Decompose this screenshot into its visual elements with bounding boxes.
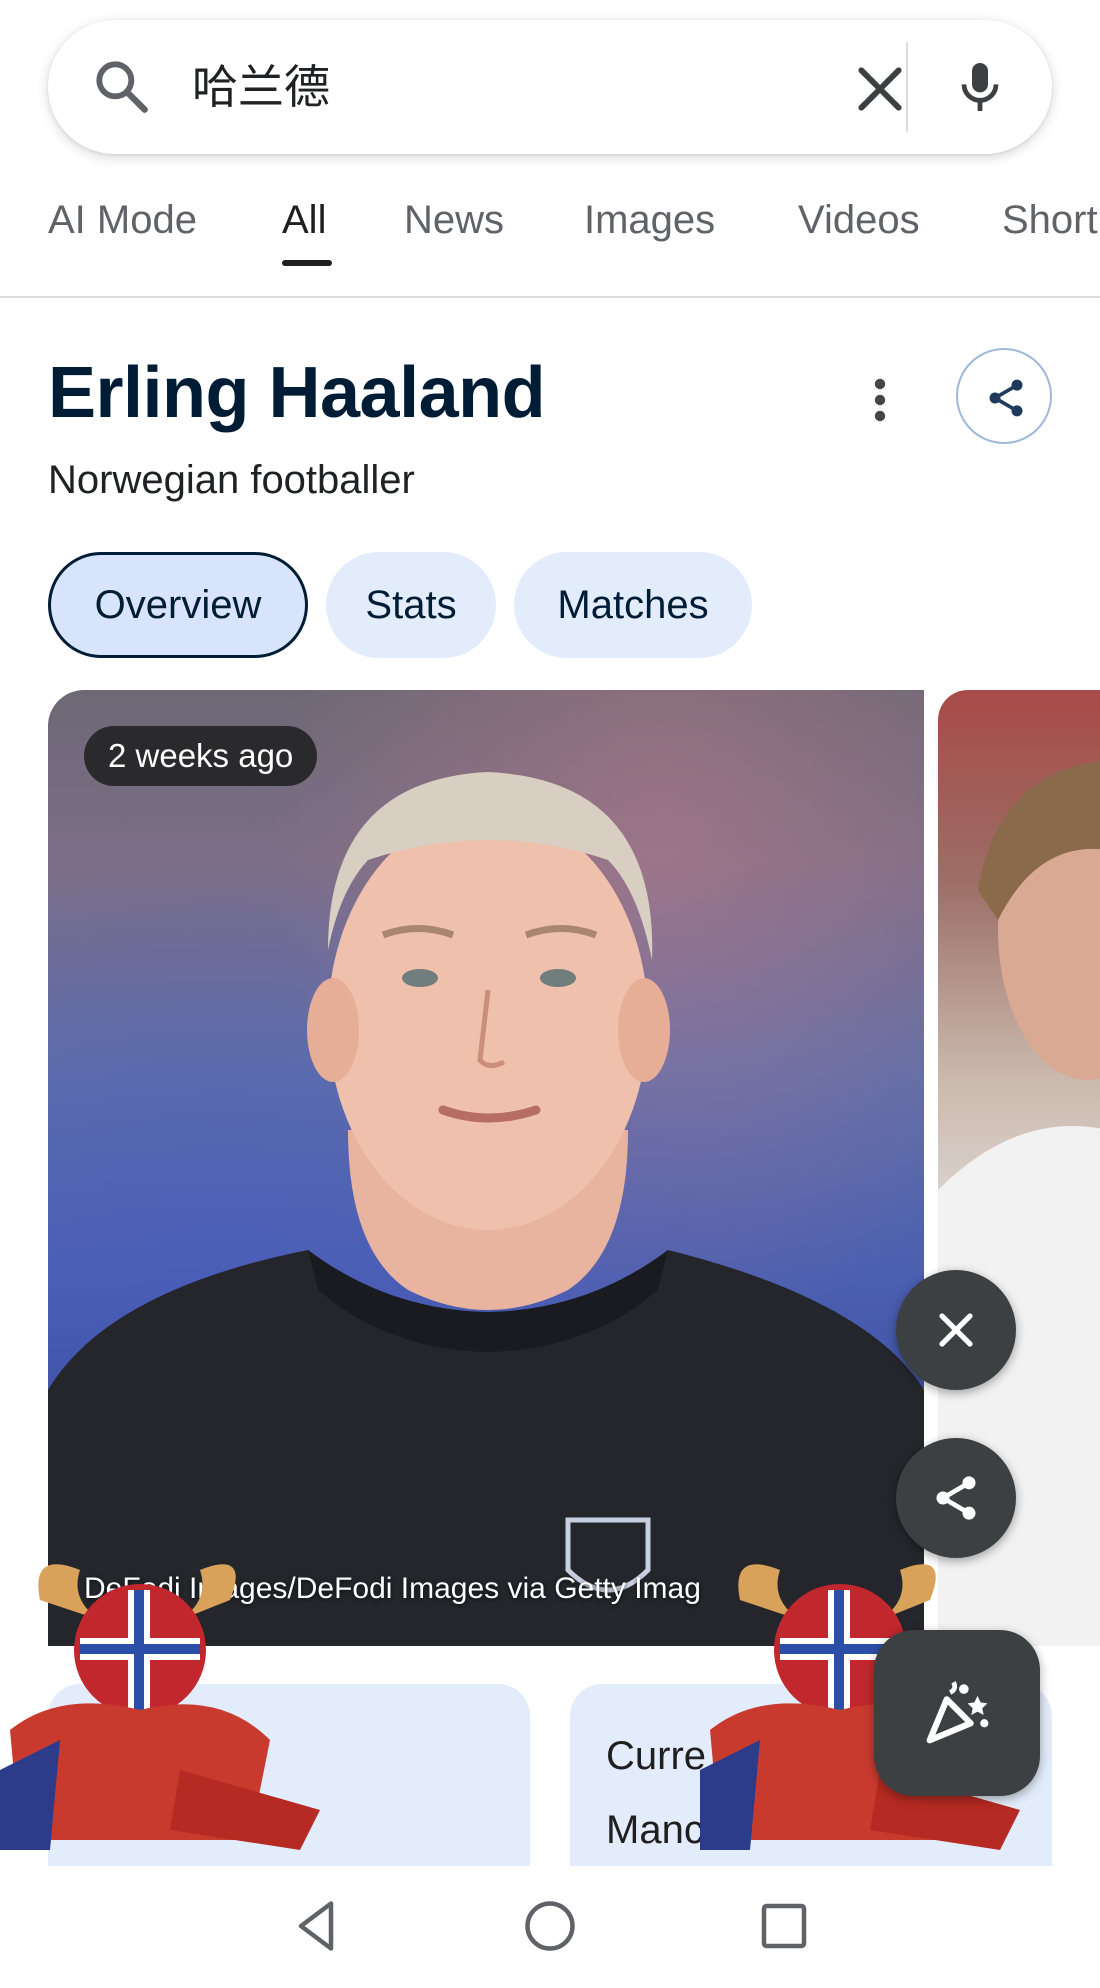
back-triangle-icon[interactable] <box>286 1896 346 1956</box>
more-vert-icon[interactable] <box>868 376 892 424</box>
share-button[interactable] <box>956 348 1052 444</box>
active-tab-indicator <box>282 260 332 266</box>
search-bar[interactable]: 哈兰德 <box>48 20 1052 154</box>
close-fab[interactable] <box>896 1270 1016 1390</box>
close-icon[interactable] <box>848 57 912 121</box>
player-photo[interactable]: 2 weeks ago DeFodi Images/DeFodi Images … <box>48 690 924 1646</box>
chip-overview[interactable]: Overview <box>48 552 308 658</box>
search-tabs: AI Mode All News Images Videos Short <box>0 190 1100 300</box>
share-icon <box>989 379 1023 417</box>
close-icon <box>939 1313 973 1347</box>
home-circle-icon[interactable] <box>520 1896 580 1956</box>
entity-title: Erling Haaland <box>48 353 546 433</box>
chip-stats[interactable]: Stats <box>326 552 496 658</box>
party-popper-icon <box>926 1681 989 1744</box>
system-navigation-bar <box>0 1866 1100 1988</box>
tab-ai-mode[interactable]: AI Mode <box>48 198 197 243</box>
tabs-divider <box>0 296 1100 298</box>
tab-short[interactable]: Short <box>1002 198 1098 243</box>
tab-all[interactable]: All <box>282 198 326 243</box>
tab-videos[interactable]: Videos <box>798 198 920 243</box>
search-icon <box>96 61 148 113</box>
recents-square-icon[interactable] <box>754 1896 814 1956</box>
viking-mascot-sticker <box>0 1564 320 1850</box>
share-icon <box>936 1476 976 1520</box>
entity-subtitle: Norwegian footballer <box>48 458 415 502</box>
celebrate-button[interactable] <box>874 1630 1040 1796</box>
search-divider <box>906 42 908 132</box>
tab-news[interactable]: News <box>404 198 504 243</box>
chip-matches[interactable]: Matches <box>514 552 752 658</box>
info-card-label: Curre <box>606 1734 707 1778</box>
image-time-badge: 2 weeks ago <box>84 726 318 786</box>
info-card-value: Manc <box>606 1808 704 1852</box>
player-portrait-image <box>48 772 924 1646</box>
search-input[interactable]: 哈兰德 <box>192 54 330 120</box>
microphone-icon[interactable] <box>948 55 1012 119</box>
tab-images[interactable]: Images <box>584 198 715 243</box>
